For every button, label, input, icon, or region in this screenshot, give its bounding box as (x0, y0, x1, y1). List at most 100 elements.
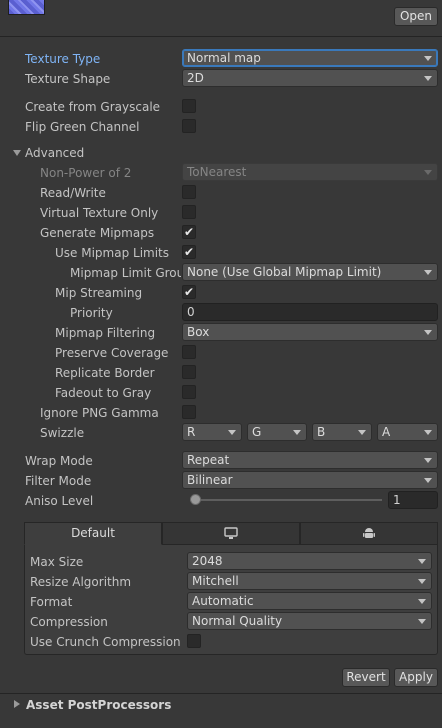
swizzle-b-dropdown[interactable]: B (312, 423, 372, 441)
wrap-mode-label: Wrap Mode (25, 454, 93, 468)
advanced-foldout-label[interactable]: Advanced (25, 145, 84, 161)
non-power-of-2-label: Non-Power of 2 (40, 166, 132, 180)
chevron-down-icon (424, 56, 432, 61)
open-button[interactable]: Open (394, 7, 438, 26)
replicate-border-label: Replicate Border (55, 366, 155, 380)
checkmark-icon: ✔ (183, 225, 195, 239)
format-label: Format (30, 595, 73, 609)
header-divider (0, 36, 442, 37)
create-from-grayscale-label: Create from Grayscale (25, 100, 161, 114)
chevron-down-icon (424, 478, 432, 483)
non-power-of-2-dropdown: ToNearest (182, 163, 438, 181)
use-mipmap-limits-checkbox[interactable]: ✔ (182, 245, 196, 259)
tab-standalone[interactable] (162, 522, 300, 545)
footer-divider (0, 693, 442, 694)
mip-streaming-checkbox[interactable]: ✔ (182, 285, 196, 299)
mipmap-filtering-value: Box (187, 325, 210, 339)
texture-shape-label: Texture Shape (25, 72, 111, 86)
wrap-mode-dropdown[interactable]: Repeat (182, 451, 438, 469)
apply-button[interactable]: Apply (394, 668, 438, 687)
fadeout-to-gray-label: Fadeout to Gray (55, 386, 152, 400)
swizzle-a-dropdown[interactable]: A (377, 423, 438, 441)
generate-mipmaps-checkbox[interactable]: ✔ (182, 225, 196, 239)
texture-type-dropdown[interactable]: Normal map (182, 49, 438, 67)
priority-label: Priority (70, 306, 113, 320)
aniso-level-slider-track[interactable] (190, 499, 382, 501)
preserve-coverage-checkbox[interactable] (182, 345, 196, 359)
mipmap-filtering-label: Mipmap Filtering (55, 326, 156, 340)
fadeout-to-gray-checkbox[interactable] (182, 385, 196, 399)
use-mipmap-limits-label: Use Mipmap Limits (55, 246, 170, 260)
chevron-down-icon (418, 599, 426, 604)
checkmark-icon: ✔ (183, 245, 195, 259)
revert-button[interactable]: Revert (342, 668, 390, 687)
compression-dropdown[interactable]: Normal Quality (187, 612, 432, 630)
chevron-down-icon (424, 430, 432, 435)
android-icon (363, 528, 375, 538)
resize-algorithm-dropdown[interactable]: Mitchell (187, 572, 432, 590)
max-size-label: Max Size (30, 555, 84, 569)
chevron-down-icon (418, 559, 426, 564)
checkmark-icon: ✔ (183, 285, 195, 299)
chevron-down-icon (424, 270, 432, 275)
read-write-checkbox[interactable] (182, 185, 196, 199)
aniso-level-slider-knob[interactable] (190, 494, 201, 505)
texture-shape-dropdown[interactable]: 2D (182, 69, 438, 87)
mip-streaming-label: Mip Streaming (55, 286, 143, 300)
virtual-texture-only-checkbox[interactable] (182, 205, 196, 219)
texture-thumbnail (8, 0, 45, 15)
chevron-down-icon (293, 430, 301, 435)
format-value: Automatic (192, 594, 254, 608)
flip-green-channel-checkbox[interactable] (182, 119, 196, 133)
swizzle-r-value: R (187, 425, 196, 439)
use-crunch-compression-checkbox[interactable] (187, 634, 201, 648)
mipmap-filtering-dropdown[interactable]: Box (182, 323, 438, 341)
mipmap-limit-group-dropdown[interactable]: None (Use Global Mipmap Limit) (182, 263, 438, 281)
filter-mode-label: Filter Mode (25, 474, 92, 488)
filter-mode-value: Bilinear (187, 473, 233, 487)
filter-mode-dropdown[interactable]: Bilinear (182, 471, 438, 489)
preserve-coverage-label: Preserve Coverage (55, 346, 169, 360)
tab-android[interactable] (300, 522, 438, 545)
mipmap-limit-group-value: None (Use Global Mipmap Limit) (187, 265, 382, 279)
format-dropdown[interactable]: Automatic (187, 592, 432, 610)
aniso-level-input[interactable]: 1 (388, 491, 438, 509)
swizzle-label: Swizzle (40, 426, 85, 440)
wrap-mode-value: Repeat (187, 453, 230, 467)
max-size-dropdown[interactable]: 2048 (187, 552, 432, 570)
replicate-border-checkbox[interactable] (182, 365, 196, 379)
swizzle-g-value: G (252, 425, 262, 439)
asset-postprocessors-foldout[interactable]: Asset PostProcessors (26, 697, 171, 713)
flip-green-channel-label: Flip Green Channel (25, 120, 140, 134)
monitor-icon (224, 527, 238, 539)
foldout-expanded-icon[interactable] (13, 150, 21, 156)
tab-default[interactable]: Default (24, 522, 162, 545)
ignore-png-gamma-checkbox[interactable] (182, 405, 196, 419)
chevron-down-icon (418, 579, 426, 584)
priority-input[interactable]: 0 (182, 303, 438, 321)
texture-shape-value: 2D (187, 71, 204, 85)
non-power-of-2-value: ToNearest (187, 165, 247, 179)
mipmap-limit-group-label: Mipmap Limit Group (70, 266, 181, 280)
chevron-down-icon (424, 330, 432, 335)
chevron-down-icon (418, 619, 426, 624)
resize-algorithm-value: Mitchell (192, 574, 239, 588)
read-write-label: Read/Write (40, 186, 106, 200)
foldout-collapsed-icon[interactable] (14, 700, 20, 708)
chevron-down-icon (358, 430, 366, 435)
virtual-texture-only-label: Virtual Texture Only (40, 206, 159, 220)
compression-label: Compression (30, 615, 108, 629)
create-from-grayscale-checkbox[interactable] (182, 99, 196, 113)
chevron-down-icon (424, 170, 432, 175)
chevron-down-icon (424, 76, 432, 81)
use-crunch-compression-label: Use Crunch Compression (30, 635, 181, 649)
ignore-png-gamma-label: Ignore PNG Gamma (40, 406, 159, 420)
texture-type-label: Texture Type (25, 52, 101, 66)
swizzle-r-dropdown[interactable]: R (182, 423, 242, 441)
texture-type-value: Normal map (187, 51, 261, 65)
compression-value: Normal Quality (192, 614, 283, 628)
aniso-level-label: Aniso Level (25, 494, 94, 508)
swizzle-b-value: B (317, 425, 326, 439)
swizzle-g-dropdown[interactable]: G (247, 423, 307, 441)
resize-algorithm-label: Resize Algorithm (30, 575, 132, 589)
